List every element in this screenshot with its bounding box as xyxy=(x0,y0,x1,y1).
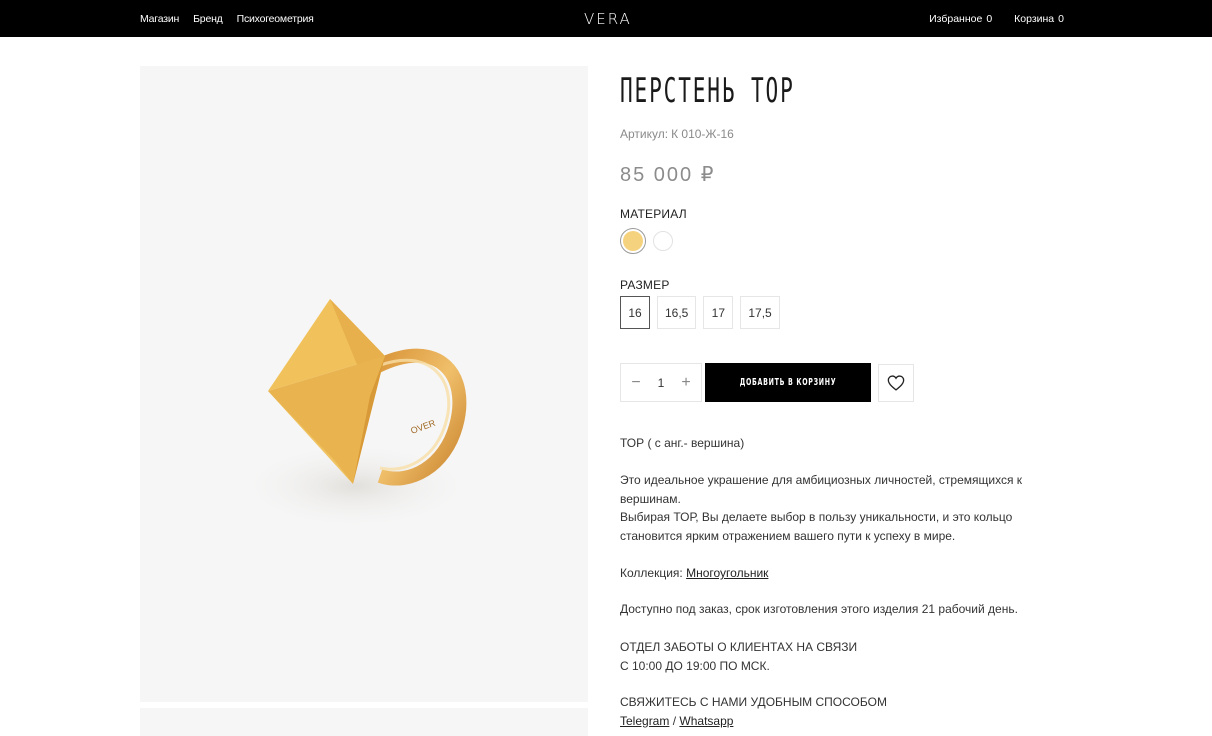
cart-label: Корзина xyxy=(1014,12,1055,25)
size-option[interactable]: 16,5 xyxy=(657,296,697,329)
description-line: Это идеальное украшение для амбициозных … xyxy=(620,473,1023,487)
top-navigation-bar: Магазин Бренд Психогеометрия VERA Избран… xyxy=(0,0,1212,37)
brand-logo[interactable]: VERA xyxy=(584,10,632,28)
contact-links: Telegram / Whatsapp xyxy=(620,712,1030,731)
material-selector xyxy=(620,228,676,254)
nav-psychogeometry-link[interactable]: Психогеометрия xyxy=(237,13,314,25)
care-hours-heading: ОТДЕЛ ЗАБОТЫ О КЛИЕНТАХ НА СВЯЗИ xyxy=(620,640,858,654)
heart-icon xyxy=(887,375,905,391)
customer-care-info: ОТДЕЛ ЗАБОТЫ О КЛИЕНТАХ НА СВЯЗИ С 10:00… xyxy=(620,638,1030,675)
product-meaning: ТОР ( с анг.- вершина) xyxy=(620,436,745,450)
minus-icon[interactable]: − xyxy=(629,374,643,391)
swatch-color xyxy=(653,231,673,251)
product-sku: Артикул: К 010-Ж-16 xyxy=(620,127,734,141)
main-menu: Магазин Бренд Психогеометрия xyxy=(140,0,314,37)
description-line: Выбирая ТОР, Вы делаете выбор в пользу у… xyxy=(620,510,1013,524)
product-price: 85 000 ₽ xyxy=(620,164,716,186)
contact-separator: / xyxy=(672,713,677,728)
cart-count: 0 xyxy=(1058,12,1064,25)
description-paragraph: Это идеальное украшение для амбициозных … xyxy=(620,471,1030,545)
care-hours-time: С 10:00 ДО 19:00 ПО МСК. xyxy=(620,658,770,673)
swatch-color xyxy=(623,231,643,251)
nav-brand-link[interactable]: Бренд xyxy=(193,13,223,25)
sku-label: Артикул: xyxy=(620,127,669,141)
contact-heading: СВЯЖИТЕСЬ С НАМИ УДОБНЫМ СПОСОБОМ xyxy=(620,695,887,709)
ring-product-image: OVER xyxy=(235,299,475,531)
favorites-count: 0 xyxy=(986,12,993,25)
ring-engraving: OVER xyxy=(409,418,437,436)
size-option[interactable]: 17 xyxy=(703,296,734,329)
availability-text: Доступно под заказ, срок изготовления эт… xyxy=(620,602,1018,616)
favorites-label: Избранное xyxy=(929,12,983,25)
material-swatch-gold[interactable] xyxy=(620,228,646,254)
product-image-secondary[interactable] xyxy=(140,708,588,736)
collection-link[interactable]: Многоугольник xyxy=(686,566,768,580)
material-label: МАТЕРИАЛ xyxy=(620,207,687,221)
nav-shop-link[interactable]: Магазин xyxy=(140,13,179,25)
favorites-link[interactable]: Избранное 0 xyxy=(929,13,992,25)
add-to-cart-label: ДОБАВИТЬ В КОРЗИНУ xyxy=(739,377,837,388)
description-line: становится ярким отражением вашего пути … xyxy=(620,528,956,543)
collection-info: Коллекция: Многоугольник xyxy=(620,564,1030,583)
material-swatch-white[interactable] xyxy=(650,228,676,254)
size-selector: 16 16,5 17 17,5 xyxy=(620,296,780,329)
whatsapp-link[interactable]: Whatsapp xyxy=(679,714,733,728)
quantity-stepper: − 1 + xyxy=(620,363,702,402)
size-label: РАЗМЕР xyxy=(620,278,670,292)
collection-label: Коллекция: xyxy=(620,566,683,580)
contact-block: СВЯЖИТЕСЬ С НАМИ УДОБНЫМ СПОСОБОМ Telegr… xyxy=(620,693,1030,730)
quantity-value[interactable]: 1 xyxy=(658,376,665,390)
add-to-cart-button[interactable]: ДОБАВИТЬ В КОРЗИНУ xyxy=(705,363,871,402)
description-line: вершинам. xyxy=(620,491,681,506)
user-menu: Избранное 0 Корзина 0 xyxy=(929,0,1064,37)
product-title: ПЕРСТЕНЬ ТОР xyxy=(620,71,795,111)
cart-link[interactable]: Корзина 0 xyxy=(1014,13,1064,25)
size-option[interactable]: 16 xyxy=(620,296,650,329)
sku-value: К 010-Ж-16 xyxy=(671,127,734,141)
plus-icon[interactable]: + xyxy=(679,374,693,391)
telegram-link[interactable]: Telegram xyxy=(620,714,669,728)
product-image-main[interactable]: OVER xyxy=(140,66,588,702)
size-option[interactable]: 17,5 xyxy=(740,296,780,329)
add-to-favorites-button[interactable] xyxy=(878,364,914,402)
